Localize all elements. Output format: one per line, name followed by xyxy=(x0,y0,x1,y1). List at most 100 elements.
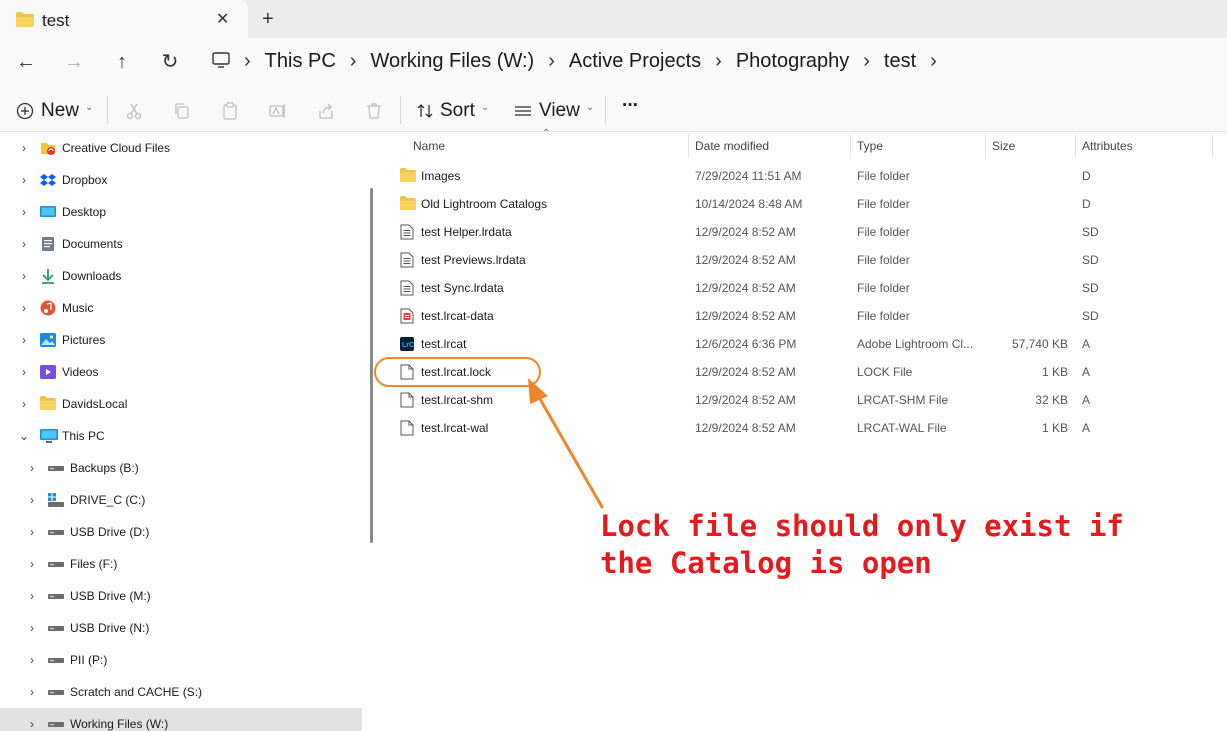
new-tab-button[interactable]: + xyxy=(262,8,274,31)
table-row[interactable]: Images 7/29/2024 11:51 AM File folder D xyxy=(380,162,1227,190)
chevron-right-icon[interactable]: › xyxy=(26,589,38,603)
column-divider[interactable] xyxy=(985,134,986,158)
breadcrumb-separator[interactable]: › xyxy=(350,50,357,73)
breadcrumb-separator[interactable]: › xyxy=(930,50,937,73)
sidebar-item-creative-cloud-files[interactable]: › Creative Cloud Files xyxy=(0,132,362,164)
navigation-bar: ← → ↑ ↻ › This PC › Working Files (W:) ›… xyxy=(0,38,1227,86)
tab-test[interactable]: test ✕ xyxy=(0,0,248,38)
chevron-right-icon[interactable]: › xyxy=(18,269,30,283)
svg-text:LrC: LrC xyxy=(402,342,414,349)
paste-icon[interactable] xyxy=(221,102,239,120)
breadcrumb-photography[interactable]: Photography xyxy=(736,50,849,73)
column-divider[interactable] xyxy=(850,134,851,158)
breadcrumb-separator[interactable]: › xyxy=(548,50,555,73)
sidebar-item-files-f[interactable]: › Files (F:) xyxy=(0,548,362,580)
sidebar-item-pii-p[interactable]: › PII (P:) xyxy=(0,644,362,676)
new-button[interactable]: New ⌄ xyxy=(16,100,93,122)
file-name[interactable]: test.lrcat-data xyxy=(421,309,494,323)
breadcrumb-separator[interactable]: › xyxy=(863,50,870,73)
breadcrumb-working-files[interactable]: Working Files (W:) xyxy=(370,50,534,73)
sort-button[interactable]: Sort ⌄ xyxy=(416,100,489,122)
file-name[interactable]: test.lrcat-wal xyxy=(421,421,488,435)
file-name[interactable]: test.lrcat xyxy=(421,337,466,351)
chevron-right-icon[interactable]: › xyxy=(18,141,30,155)
chevron-right-icon[interactable]: › xyxy=(26,557,38,571)
sidebar-item-downloads[interactable]: › Downloads xyxy=(0,260,362,292)
breadcrumb-this-pc[interactable]: This PC xyxy=(265,50,336,73)
chevron-right-icon[interactable]: › xyxy=(18,205,30,219)
sidebar-item-backups-b[interactable]: › Backups (B:) xyxy=(0,452,362,484)
chevron-right-icon[interactable]: › xyxy=(18,333,30,347)
column-divider[interactable] xyxy=(688,134,689,158)
breadcrumb-test[interactable]: test xyxy=(884,50,916,73)
chevron-right-icon[interactable]: › xyxy=(26,461,38,475)
delete-icon[interactable] xyxy=(365,102,383,120)
sidebar-item-pictures[interactable]: › Pictures xyxy=(0,324,362,356)
table-row[interactable]: test Sync.lrdata 12/9/2024 8:52 AM File fo… xyxy=(380,274,1227,302)
chevron-right-icon[interactable]: › xyxy=(18,237,30,251)
sidebar-item-documents[interactable]: › Documents xyxy=(0,228,362,260)
up-button[interactable]: ↑ xyxy=(110,50,134,74)
sidebar-item-scratch-and-cache-s[interactable]: › Scratch and CACHE (S:) xyxy=(0,676,362,708)
column-header-date[interactable]: Date modified xyxy=(695,132,769,160)
back-button[interactable]: ← xyxy=(14,50,38,74)
file-name[interactable]: Images xyxy=(421,169,460,183)
chevron-right-icon[interactable]: › xyxy=(26,717,38,731)
rename-icon[interactable] xyxy=(269,102,287,120)
chevron-right-icon[interactable]: › xyxy=(26,493,38,507)
chevron-right-icon[interactable]: › xyxy=(26,685,38,699)
copy-icon[interactable] xyxy=(173,102,191,120)
chevron-right-icon[interactable]: › xyxy=(18,365,30,379)
sidebar-item-videos[interactable]: › Videos xyxy=(0,356,362,388)
column-divider[interactable] xyxy=(1212,134,1213,158)
dropbox-icon xyxy=(40,172,56,188)
sidebar-scrollbar[interactable] xyxy=(370,188,373,543)
sidebar-item-music[interactable]: › Music xyxy=(0,292,362,324)
sidebar-item-working-files-w[interactable]: › Working Files (W:) xyxy=(0,708,362,731)
sidebar-item-usb-drive-m[interactable]: › USB Drive (M:) xyxy=(0,580,362,612)
refresh-button[interactable]: ↻ xyxy=(158,50,182,74)
file-attributes: A xyxy=(1082,337,1091,351)
share-icon[interactable] xyxy=(317,102,335,120)
column-divider[interactable] xyxy=(1075,134,1076,158)
sidebar-item-drive-c-c[interactable]: › DRIVE_C (C:) xyxy=(0,484,362,516)
chevron-right-icon[interactable]: › xyxy=(18,397,30,411)
file-name[interactable]: test Previews.lrdata xyxy=(421,253,526,267)
forward-button[interactable]: → xyxy=(62,50,86,74)
table-row[interactable]: test Helper.lrdata 12/9/2024 8:52 AM File … xyxy=(380,218,1227,246)
sidebar-item-davidslocal[interactable]: › DavidsLocal xyxy=(0,388,362,420)
chevron-right-icon[interactable]: › xyxy=(26,653,38,667)
table-row[interactable]: test.lrcat-data 12/9/2024 8:52 AM File fol… xyxy=(380,302,1227,330)
chevron-down-icon[interactable]: ⌄ xyxy=(18,429,30,443)
breadcrumb-separator[interactable]: › xyxy=(715,50,722,73)
column-header-type[interactable]: Type xyxy=(857,132,883,160)
chevron-right-icon[interactable]: › xyxy=(26,621,38,635)
view-button[interactable]: View ⌄ xyxy=(514,100,594,122)
chevron-right-icon[interactable]: › xyxy=(26,525,38,539)
chevron-right-icon[interactable]: › xyxy=(18,301,30,315)
sidebar-item-label: USB Drive (N:) xyxy=(70,621,150,635)
file-name[interactable]: test.lrcat-shm xyxy=(421,393,493,407)
file-name[interactable]: test Sync.lrdata xyxy=(421,281,504,295)
table-row[interactable]: Old Lightroom Catalogs 10/14/2024 8:48 AM… xyxy=(380,190,1227,218)
see-more-button[interactable]: ··· xyxy=(622,95,639,117)
sidebar-item-dropbox[interactable]: › Dropbox xyxy=(0,164,362,196)
table-row[interactable]: LrC test.lrcat 12/6/2024 6:36 PM Adobe Ligh… xyxy=(380,330,1227,358)
breadcrumb-active-projects[interactable]: Active Projects xyxy=(569,50,701,73)
column-header-attributes[interactable]: Attributes xyxy=(1082,132,1133,160)
table-row[interactable]: test.lrcat-wal 12/9/2024 8:52 AM LRCAT-WAL… xyxy=(380,414,1227,442)
column-header-name[interactable]: Name xyxy=(413,132,445,160)
column-header-size[interactable]: Size xyxy=(992,132,1015,160)
sidebar-item-usb-drive-n[interactable]: › USB Drive (N:) xyxy=(0,612,362,644)
table-row[interactable]: test.lrcat-shm 12/9/2024 8:52 AM LRCAT-SHM… xyxy=(380,386,1227,414)
sidebar-item-desktop[interactable]: › Desktop xyxy=(0,196,362,228)
address-bar[interactable]: › This PC › Working Files (W:) › Active … xyxy=(200,38,1227,86)
cut-icon[interactable] xyxy=(125,102,143,120)
chevron-right-icon[interactable]: › xyxy=(18,173,30,187)
sidebar-item-usb-drive-d[interactable]: › USB Drive (D:) xyxy=(0,516,362,548)
file-name[interactable]: Old Lightroom Catalogs xyxy=(421,197,547,211)
sidebar-item-this-pc[interactable]: ⌄ This PC xyxy=(0,420,362,452)
file-name[interactable]: test Helper.lrdata xyxy=(421,225,512,239)
table-row[interactable]: test Previews.lrdata 12/9/2024 8:52 AM Fil… xyxy=(380,246,1227,274)
close-tab-icon[interactable]: ✕ xyxy=(216,9,229,29)
